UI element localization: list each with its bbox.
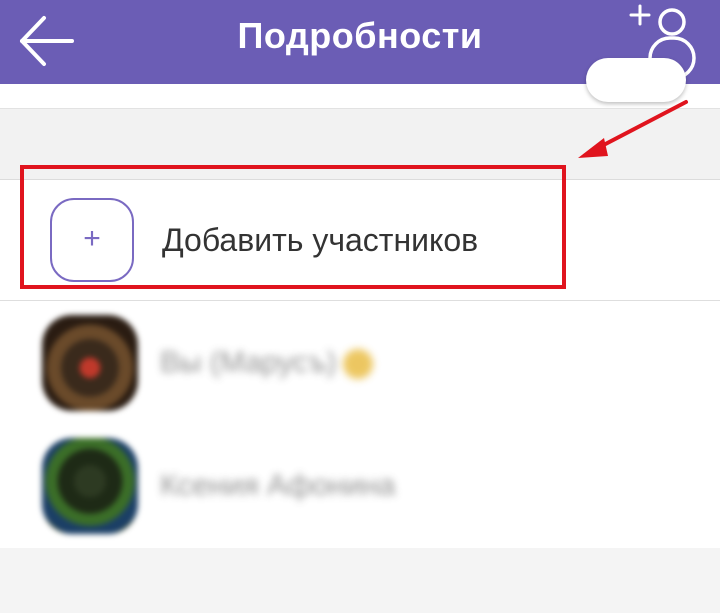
member-row[interactable]: Вы (Марусъ) xyxy=(0,301,720,426)
member-name: Ксения Афонина xyxy=(160,469,396,502)
emoji-icon xyxy=(342,349,373,380)
member-name: Вы (Марусъ) xyxy=(160,343,373,383)
empty-area xyxy=(0,548,720,613)
page-title: Подробности xyxy=(237,15,483,56)
chat-details-screen: Подробности + Добавить участников Вы (Ма… xyxy=(0,0,720,613)
avatar xyxy=(42,438,138,534)
highlight-annotation xyxy=(20,165,566,289)
red-arrow-annotation xyxy=(578,100,688,158)
member-row[interactable]: Ксения Афонина xyxy=(0,424,720,549)
avatar xyxy=(42,315,138,411)
